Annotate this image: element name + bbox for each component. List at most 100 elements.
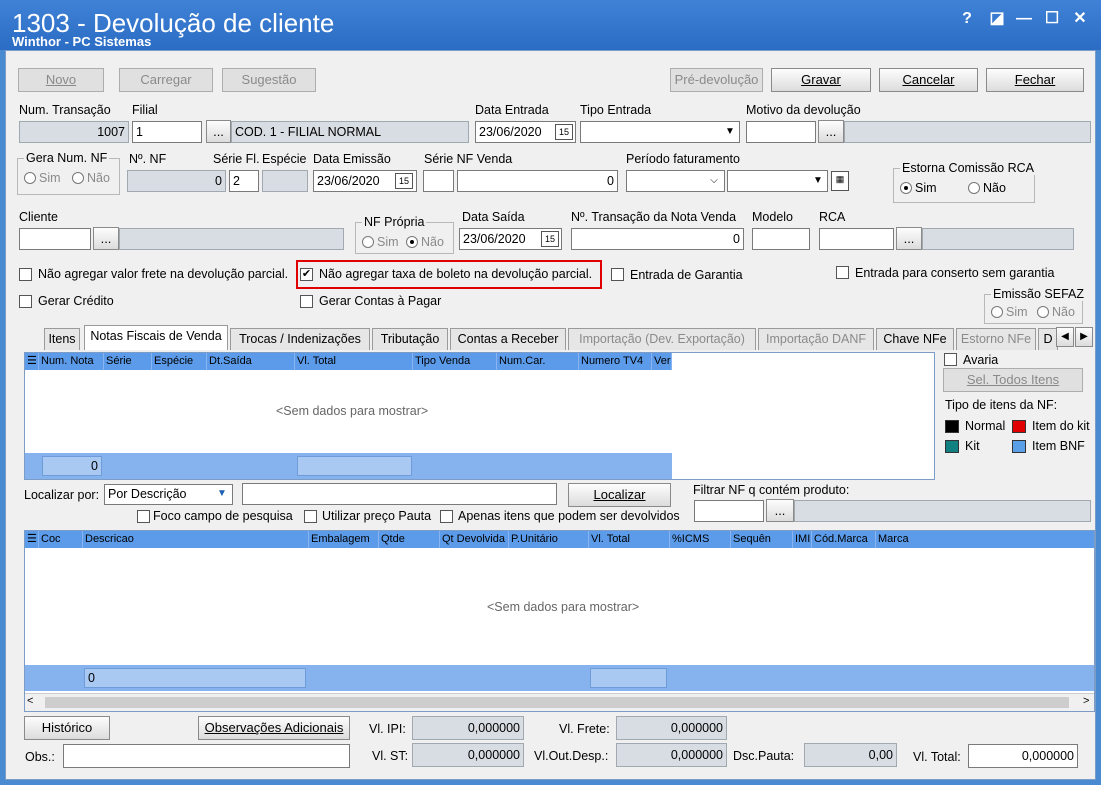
tab-importacao-danf[interactable]: Importação DANF [758,328,874,350]
tab-trocas-indenizacoes[interactable]: Trocas / Indenizações [230,328,370,350]
col-p-unitario[interactable]: P.Unitário [509,531,589,548]
col-especie[interactable]: Espécie [152,353,207,370]
sugestao-button[interactable]: Sugestão [222,68,316,92]
estorna-nao-radio[interactable]: Não [968,181,1006,195]
gerar-credito-checkbox[interactable] [19,295,32,308]
col-qt-devolvida[interactable]: Qt Devolvida [440,531,509,548]
gravar-button[interactable]: Gravar [771,68,871,92]
col-serie[interactable]: Série [104,353,152,370]
novo-button[interactable]: Novo [18,68,104,92]
tab-d[interactable]: D [1038,328,1058,350]
gerar-contas-checkbox[interactable] [300,295,313,308]
chevron-down-icon[interactable]: ▼ [722,123,738,141]
col-dt-saida[interactable]: Dt.Saída [207,353,295,370]
gera-nao-radio[interactable]: Não [72,171,110,185]
tab-importacao-dev-exportacao[interactable]: Importação (Dev. Exportação) [568,328,756,350]
scroll-right-icon[interactable]: > [1083,695,1089,707]
scrollbar-thumb[interactable] [45,697,1069,708]
tab-itens[interactable]: Itens [44,328,80,350]
motivo-input[interactable] [746,121,816,143]
modelo-input[interactable] [752,228,810,250]
pre-devolucao-button[interactable]: Pré-devolução [670,68,763,92]
filial-input[interactable]: 1 [132,121,202,143]
filtrar-input[interactable] [694,500,764,522]
cliente-input[interactable] [19,228,91,250]
col-descricao[interactable]: Descricao [83,531,309,548]
entrada-conserto-checkbox[interactable] [836,266,849,279]
motivo-lookup-button[interactable]: ... [818,120,844,143]
calendar-icon[interactable]: ▦ [831,171,849,191]
utilizar-preco-checkbox[interactable] [304,510,317,523]
horizontal-scrollbar[interactable]: < > [25,693,1094,711]
num-trans-venda-input[interactable]: 0 [571,228,744,250]
col-cod-marca[interactable]: Cód.Marca [812,531,876,548]
col-coc[interactable]: Coc [39,531,83,548]
notas-grid[interactable]: ☰ Num. Nota Série Espécie Dt.Saída Vl. T… [24,352,935,480]
col-icms[interactable]: %ICMS [670,531,731,548]
restore-icon[interactable]: ◪ [985,8,1009,30]
estorna-sim-radio[interactable]: Sim [900,181,937,195]
col-vl-total[interactable]: Vl. Total [295,353,413,370]
col-num-car[interactable]: Num.Car. [497,353,579,370]
fechar-button[interactable]: Fechar [986,68,1084,92]
rca-lookup-button[interactable]: ... [896,227,922,250]
col-marca[interactable]: Marca [876,531,1094,548]
tab-scroll-left-icon[interactable]: ◀ [1056,327,1074,347]
filial-lookup-button[interactable]: ... [206,120,231,143]
grid-menu-icon[interactable]: ☰ [25,353,39,370]
entrada-garantia-checkbox[interactable] [611,268,624,281]
nf-venda-input[interactable]: 0 [457,170,618,192]
nao-agregar-taxa-checkbox[interactable]: ✔ [300,268,313,281]
serie-nf-venda-input[interactable] [423,170,454,192]
historico-button[interactable]: Histórico [24,716,110,740]
tab-notas-fiscais-venda[interactable]: Notas Fiscais de Venda [84,325,228,350]
foco-checkbox[interactable] [137,510,150,523]
apenas-itens-checkbox[interactable] [440,510,453,523]
col-embalagem[interactable]: Embalagem [309,531,379,548]
rca-input[interactable] [819,228,894,250]
tipo-entrada-select[interactable] [580,121,740,143]
serie-input[interactable]: 2 [229,170,259,192]
localizar-button[interactable]: Localizar [568,483,671,507]
chevron-down-icon[interactable]: ▼ [214,485,230,503]
chevron-down-icon[interactable]: ⌵ [706,172,722,190]
tab-chave-nfe[interactable]: Chave NFe [876,328,954,350]
tab-contas-receber[interactable]: Contas a Receber [450,328,566,350]
col-qtde[interactable]: Qtde [379,531,440,548]
sefaz-sim-radio[interactable]: Sim [991,305,1028,319]
tab-scroll-right-icon[interactable]: ▶ [1075,327,1093,347]
close-icon[interactable]: ✕ [1068,8,1092,30]
col-sequen[interactable]: Sequên [731,531,793,548]
tab-tributacao[interactable]: Tributação [372,328,448,350]
nf-sim-radio[interactable]: Sim [362,235,399,249]
col-vl-total[interactable]: Vl. Total [589,531,670,548]
calendar-icon[interactable]: 15 [541,231,559,247]
filtrar-lookup-button[interactable]: ... [766,499,794,522]
col-ver[interactable]: Ver [652,353,672,370]
carregar-button[interactable]: Carregar [119,68,213,92]
col-num-nota[interactable]: Num. Nota [39,353,104,370]
itens-grid[interactable]: ☰ Coc Descricao Embalagem Qtde Qt Devolv… [24,530,1095,712]
search-input[interactable] [242,483,557,505]
col-numero-tv4[interactable]: Numero TV4 [579,353,652,370]
obs-input[interactable] [63,744,350,768]
cancelar-button[interactable]: Cancelar [879,68,978,92]
scroll-left-icon[interactable]: < [27,695,33,707]
help-icon[interactable]: ? [955,8,979,30]
avaria-checkbox[interactable] [944,353,957,366]
minimize-icon[interactable]: — [1012,8,1036,30]
col-tipo-venda[interactable]: Tipo Venda [413,353,497,370]
cliente-lookup-button[interactable]: ... [93,227,119,250]
grid-menu-icon[interactable]: ☰ [25,531,39,548]
tab-estorno-nfe[interactable]: Estorno NFe [956,328,1036,350]
maximize-icon[interactable]: ☐ [1040,8,1064,30]
nao-agregar-frete-checkbox[interactable] [19,268,32,281]
sefaz-nao-radio[interactable]: Não [1037,305,1075,319]
calendar-icon[interactable]: 15 [395,173,413,189]
chevron-down-icon[interactable]: ▼ [810,172,826,190]
obs-adicionais-button[interactable]: Observações Adicionais [198,716,350,740]
col-imi[interactable]: IMI [793,531,812,548]
sel-todos-button[interactable]: Sel. Todos Itens [943,368,1083,392]
gera-sim-radio[interactable]: Sim [24,171,61,185]
calendar-icon[interactable]: 15 [555,124,573,140]
